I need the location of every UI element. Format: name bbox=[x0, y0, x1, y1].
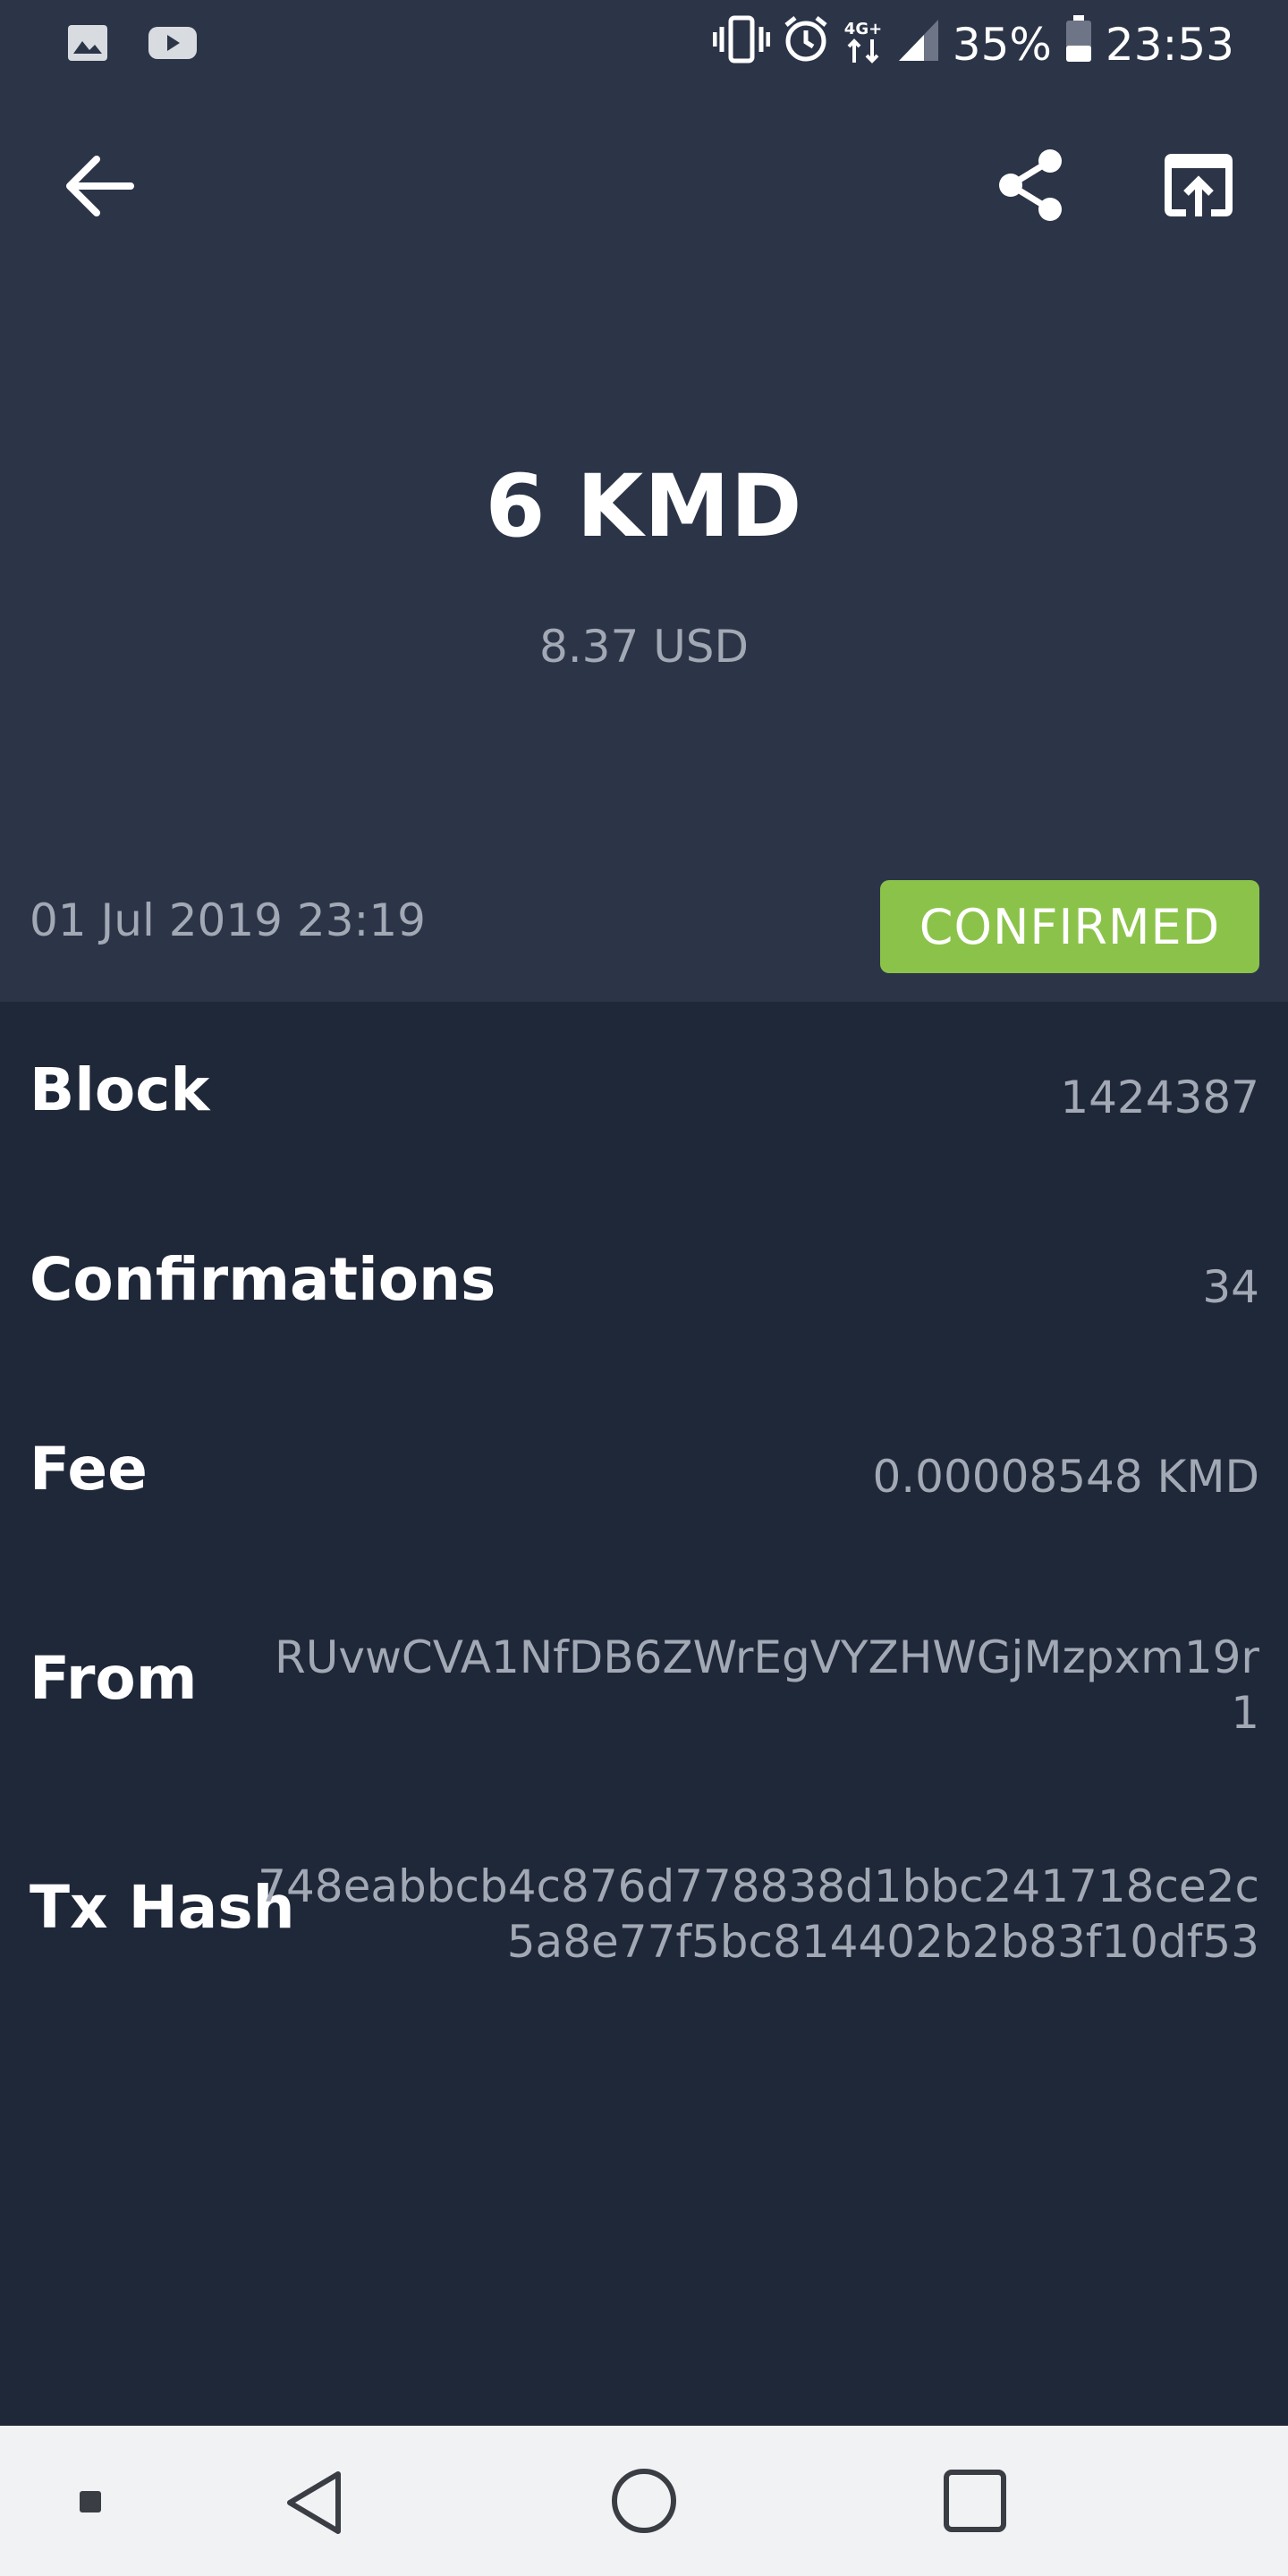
block-label: Block bbox=[30, 1055, 210, 1124]
fee-value: 0.00008548 KMD bbox=[872, 1451, 1259, 1503]
network-4g-icon: 4G+ bbox=[842, 14, 885, 75]
nav-dot-button[interactable] bbox=[79, 2490, 102, 2517]
back-button[interactable] bbox=[61, 150, 141, 225]
fee-label: Fee bbox=[30, 1435, 148, 1504]
open-external-icon bbox=[1165, 154, 1233, 222]
fiat-amount: 8.37 USD bbox=[538, 621, 750, 673]
vibrate-icon bbox=[712, 14, 771, 75]
nav-recents-button[interactable] bbox=[943, 2469, 1007, 2537]
status-bar: 4G+ 35% 23:53 bbox=[0, 0, 1288, 89]
txhash-value[interactable]: 748eabbcb4c876d778838d1bbc241718ce2c5a8e… bbox=[258, 1859, 1259, 1970]
home-circle-icon bbox=[610, 2469, 678, 2538]
nav-home-button[interactable] bbox=[610, 2467, 678, 2538]
block-value[interactable]: 1424387 bbox=[1060, 1070, 1259, 1125]
youtube-icon bbox=[147, 23, 199, 66]
transaction-amount: 6 KMD bbox=[485, 456, 803, 556]
transaction-header: 4G+ 35% 23:53 6 KMD 8.37 USD 01 Jul 2019… bbox=[0, 0, 1288, 1002]
status-badge: CONFIRMED bbox=[880, 880, 1259, 973]
battery-percent: 35% bbox=[952, 19, 1052, 71]
share-icon bbox=[993, 149, 1070, 227]
back-triangle-icon bbox=[283, 2471, 345, 2540]
open-in-explorer-button[interactable] bbox=[1165, 152, 1233, 222]
dot-icon bbox=[79, 2491, 102, 2517]
confirmations-value: 34 bbox=[1202, 1261, 1259, 1313]
txhash-label: Tx Hash bbox=[30, 1873, 295, 1942]
network-type-label: 4G+ bbox=[844, 20, 882, 38]
confirmations-label: Confirmations bbox=[30, 1245, 496, 1314]
alarm-icon bbox=[783, 14, 829, 75]
recents-square-icon bbox=[943, 2470, 1007, 2537]
system-nav-bar bbox=[0, 2426, 1288, 2576]
clock: 23:53 bbox=[1105, 19, 1234, 71]
from-label: From bbox=[30, 1644, 198, 1713]
nav-back-button[interactable] bbox=[283, 2469, 345, 2540]
arrow-left-icon bbox=[61, 156, 141, 225]
share-button[interactable] bbox=[993, 147, 1070, 227]
signal-icon bbox=[897, 16, 940, 73]
from-address[interactable]: RUvwCVA1NfDB6ZWrEgVYZHWGjMzpxm19r1 bbox=[258, 1630, 1259, 1741]
transaction-date: 01 Jul 2019 23:19 bbox=[30, 894, 426, 946]
image-icon bbox=[66, 23, 109, 66]
battery-icon bbox=[1064, 15, 1093, 74]
